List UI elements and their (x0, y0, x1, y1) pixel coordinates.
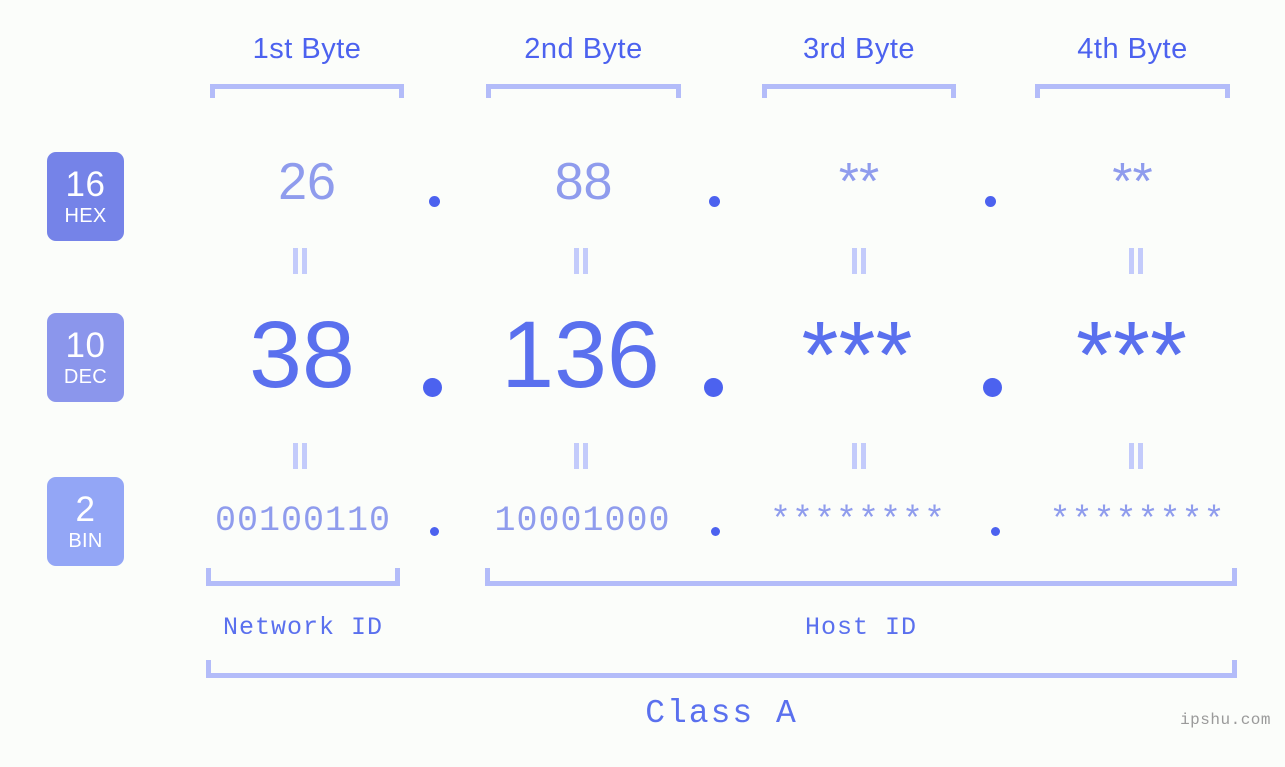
bin-byte-1: 00100110 (214, 501, 392, 541)
byte-bracket-2 (486, 84, 681, 98)
dec-byte-1: 38 (249, 302, 355, 408)
dec-separator-3 (983, 378, 1002, 397)
equals-connector-hex-dec-4 (1128, 248, 1144, 274)
byte-header-2: 2nd Byte (524, 33, 643, 65)
byte-bracket-4 (1035, 84, 1230, 98)
equals-connector-dec-bin-3 (851, 443, 867, 469)
network-id-bracket (206, 568, 400, 586)
bin-separator-3 (991, 527, 1000, 536)
hex-byte-4: ** (1112, 153, 1153, 211)
radix-badge-bin-name: BIN (68, 530, 103, 552)
radix-badge-bin-base: 2 (75, 490, 96, 529)
radix-badge-dec: 10 DEC (47, 313, 124, 402)
ip-breakdown-diagram: 1st Byte 2nd Byte 3rd Byte 4th Byte 16 H… (0, 0, 1285, 767)
hex-separator-2 (709, 196, 720, 207)
dec-separator-1 (423, 378, 442, 397)
equals-connector-dec-bin-4 (1128, 443, 1144, 469)
hex-byte-1: 26 (278, 153, 336, 211)
radix-badge-hex-base: 16 (65, 165, 106, 204)
byte-bracket-3 (762, 84, 956, 98)
hex-byte-3: ** (838, 153, 880, 211)
bin-separator-1 (430, 527, 439, 536)
equals-connector-hex-dec-3 (851, 248, 867, 274)
class-caption: Class A (645, 695, 798, 732)
watermark: ipshu.com (1180, 711, 1271, 729)
dec-byte-3: *** (801, 302, 913, 408)
radix-badge-hex-name: HEX (64, 205, 107, 227)
bin-byte-2: 10001000 (494, 501, 671, 541)
radix-badge-hex: 16 HEX (47, 152, 124, 241)
dec-byte-4: *** (1076, 302, 1187, 408)
network-id-caption: Network ID (222, 613, 384, 642)
equals-connector-dec-bin-1 (292, 443, 308, 469)
equals-connector-hex-dec-1 (292, 248, 308, 274)
bin-byte-3: ******** (769, 501, 947, 541)
equals-connector-hex-dec-2 (573, 248, 589, 274)
equals-connector-dec-bin-2 (573, 443, 589, 469)
hex-separator-3 (985, 196, 996, 207)
hex-byte-2: 88 (554, 153, 613, 211)
byte-header-1: 1st Byte (252, 33, 362, 65)
dec-byte-2: 136 (501, 302, 660, 408)
host-id-caption: Host ID (804, 613, 918, 642)
dec-separator-2 (704, 378, 723, 397)
byte-header-3: 3rd Byte (803, 33, 915, 65)
hex-separator-1 (429, 196, 440, 207)
class-bracket (206, 660, 1237, 678)
host-id-bracket (485, 568, 1237, 586)
byte-header-4: 4th Byte (1077, 33, 1188, 65)
bin-byte-4: ******** (1049, 501, 1226, 541)
radix-badge-dec-name: DEC (63, 366, 108, 388)
bin-separator-2 (711, 527, 720, 536)
radix-badge-bin: 2 BIN (47, 477, 124, 566)
radix-badge-dec-base: 10 (65, 326, 106, 365)
byte-bracket-1 (210, 84, 404, 98)
